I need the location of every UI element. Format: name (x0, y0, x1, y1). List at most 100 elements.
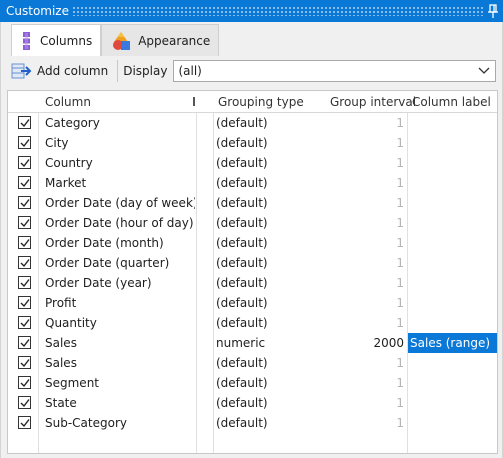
cell-column-label[interactable] (408, 393, 497, 413)
row-checkbox[interactable] (18, 176, 31, 189)
cell-group-interval[interactable]: 1 (308, 113, 406, 133)
cell-grouping-type[interactable]: numeric (216, 333, 308, 353)
cell-column-label[interactable] (408, 413, 497, 433)
cell-grouping-type[interactable]: (default) (216, 153, 308, 173)
cell-group-interval[interactable]: 1 (308, 313, 406, 333)
cell-column-label[interactable] (408, 293, 497, 313)
cell-grouping-type[interactable]: (default) (216, 253, 308, 273)
cell-column-label[interactable] (408, 213, 497, 233)
column-resize-handle[interactable] (193, 97, 195, 106)
cell-group-interval[interactable]: 2000 (308, 333, 406, 353)
cell-group-interval[interactable]: 1 (308, 153, 406, 173)
columns-grid[interactable]: Column Grouping type Group interval Colu… (7, 90, 498, 454)
cell-column[interactable]: Category (45, 113, 195, 133)
cell-group-interval[interactable]: 1 (308, 213, 406, 233)
table-row[interactable]: Sales (default) 1 (8, 353, 497, 373)
cell-column[interactable]: Order Date (year) (45, 273, 195, 293)
row-checkbox[interactable] (18, 276, 31, 289)
tab-appearance[interactable]: Appearance (101, 24, 220, 56)
row-checkbox[interactable] (18, 156, 31, 169)
row-checkbox[interactable] (18, 396, 31, 409)
cell-grouping-type[interactable]: (default) (216, 233, 308, 253)
cell-column[interactable]: Order Date (quarter) (45, 253, 195, 273)
row-checkbox[interactable] (18, 336, 31, 349)
cell-grouping-type[interactable]: (default) (216, 213, 308, 233)
row-checkbox[interactable] (18, 316, 31, 329)
cell-column-label[interactable] (408, 373, 497, 393)
row-checkbox[interactable] (18, 236, 31, 249)
table-row[interactable]: Order Date (hour of day) (default) 1 (8, 213, 497, 233)
cell-column-label[interactable] (408, 153, 497, 173)
cell-group-interval[interactable]: 1 (308, 413, 406, 433)
header-grouping-type[interactable]: Grouping type (214, 91, 304, 113)
cell-group-interval[interactable]: 1 (308, 273, 406, 293)
cell-column-label[interactable] (408, 173, 497, 193)
cell-column-label[interactable] (408, 193, 497, 213)
cell-column[interactable]: Sub-Category (45, 413, 195, 433)
cell-grouping-type[interactable]: (default) (216, 273, 308, 293)
cell-column[interactable]: City (45, 133, 195, 153)
row-checkbox[interactable] (18, 256, 31, 269)
tab-columns[interactable]: Columns (11, 24, 102, 56)
display-select[interactable]: (all) (173, 60, 496, 82)
header-group-interval[interactable]: Group interval (326, 91, 416, 113)
row-checkbox[interactable] (18, 116, 31, 129)
cell-column[interactable]: Profit (45, 293, 195, 313)
table-row[interactable]: Order Date (day of week) (default) 1 (8, 193, 497, 213)
table-row[interactable]: Order Date (quarter) (default) 1 (8, 253, 497, 273)
header-column-label[interactable]: Column label (408, 91, 491, 113)
table-row[interactable]: Order Date (year) (default) 1 (8, 273, 497, 293)
row-checkbox[interactable] (18, 296, 31, 309)
table-row[interactable]: Category (default) 1 (8, 113, 497, 133)
cell-column-label[interactable] (408, 313, 497, 333)
cell-column[interactable]: Sales (45, 353, 195, 373)
cell-group-interval[interactable]: 1 (308, 233, 406, 253)
cell-column-label[interactable] (408, 273, 497, 293)
cell-grouping-type[interactable]: (default) (216, 393, 308, 413)
cell-group-interval[interactable]: 1 (308, 293, 406, 313)
cell-grouping-type[interactable]: (default) (216, 373, 308, 393)
cell-group-interval[interactable]: 1 (308, 353, 406, 373)
table-row[interactable]: Sales numeric 2000 Sales (range) (8, 333, 497, 353)
table-row[interactable]: Segment (default) 1 (8, 373, 497, 393)
cell-grouping-type[interactable]: (default) (216, 113, 308, 133)
row-checkbox[interactable] (18, 356, 31, 369)
cell-column[interactable]: Order Date (month) (45, 233, 195, 253)
cell-grouping-type[interactable]: (default) (216, 193, 308, 213)
row-checkbox[interactable] (18, 416, 31, 429)
cell-grouping-type[interactable]: (default) (216, 313, 308, 333)
pin-icon[interactable] (487, 3, 499, 19)
window-titlebar[interactable]: Customize (0, 0, 503, 22)
cell-column[interactable]: Quantity (45, 313, 195, 333)
cell-column-label[interactable]: Sales (range) (408, 333, 497, 353)
row-checkbox[interactable] (18, 136, 31, 149)
cell-column[interactable]: Order Date (hour of day) (45, 213, 195, 233)
table-row[interactable]: Market (default) 1 (8, 173, 497, 193)
cell-group-interval[interactable]: 1 (308, 133, 406, 153)
cell-group-interval[interactable]: 1 (308, 373, 406, 393)
cell-grouping-type[interactable]: (default) (216, 173, 308, 193)
header-column[interactable]: Column (41, 91, 91, 113)
cell-grouping-type[interactable]: (default) (216, 293, 308, 313)
row-checkbox[interactable] (18, 196, 31, 209)
cell-group-interval[interactable]: 1 (308, 193, 406, 213)
table-row[interactable]: Quantity (default) 1 (8, 313, 497, 333)
table-row[interactable]: City (default) 1 (8, 133, 497, 153)
cell-column-label[interactable] (408, 233, 497, 253)
cell-column[interactable]: State (45, 393, 195, 413)
cell-grouping-type[interactable]: (default) (216, 413, 308, 433)
cell-column-label[interactable] (408, 133, 497, 153)
cell-group-interval[interactable]: 1 (308, 393, 406, 413)
cell-column[interactable]: Segment (45, 373, 195, 393)
table-row[interactable]: State (default) 1 (8, 393, 497, 413)
cell-group-interval[interactable]: 1 (308, 173, 406, 193)
cell-group-interval[interactable]: 1 (308, 253, 406, 273)
cell-grouping-type[interactable]: (default) (216, 353, 308, 373)
cell-column[interactable]: Order Date (day of week) (45, 193, 195, 213)
table-row[interactable]: Profit (default) 1 (8, 293, 497, 313)
cell-column-label[interactable] (408, 353, 497, 373)
cell-column[interactable]: Market (45, 173, 195, 193)
table-row[interactable]: Sub-Category (default) 1 (8, 413, 497, 433)
row-checkbox[interactable] (18, 376, 31, 389)
cell-column-label[interactable] (408, 253, 497, 273)
